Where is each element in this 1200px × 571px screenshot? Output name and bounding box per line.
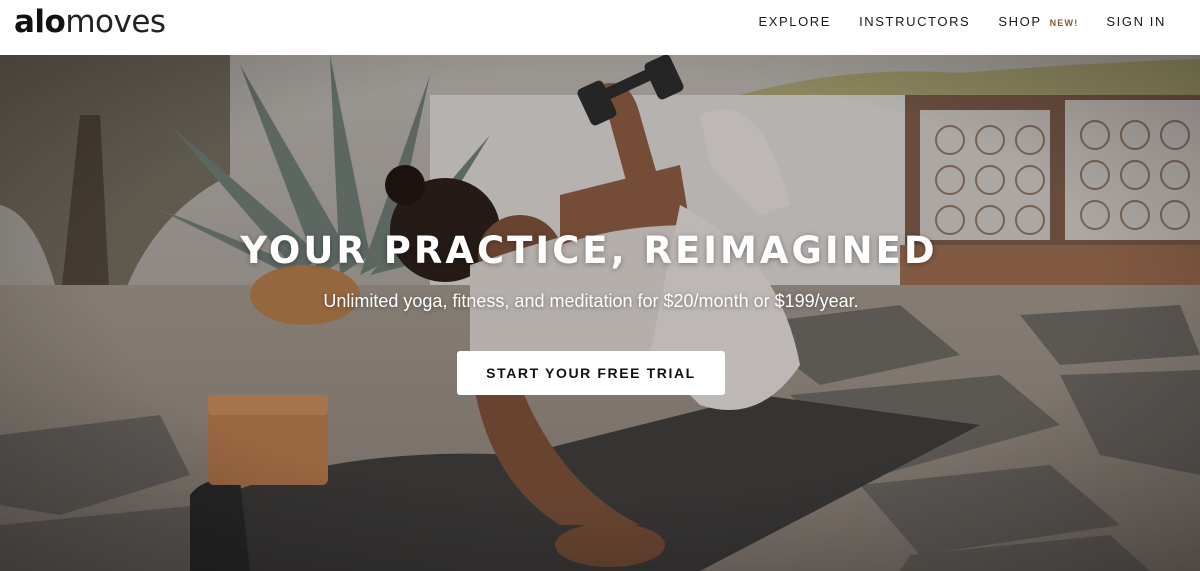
nav-shop[interactable]: SHOP: [998, 14, 1041, 29]
start-free-trial-button[interactable]: START YOUR FREE TRIAL: [457, 351, 725, 395]
nav-instructors[interactable]: INSTRUCTORS: [859, 14, 970, 29]
nav-explore[interactable]: EXPLORE: [758, 14, 831, 29]
site-header: alomoves EXPLORE INSTRUCTORS SHOP NEW! S…: [0, 0, 1200, 55]
hero-overlay: [0, 55, 1200, 571]
main-nav: EXPLORE INSTRUCTORS SHOP NEW! SIGN IN: [758, 0, 1166, 42]
nav-sign-in[interactable]: SIGN IN: [1106, 14, 1166, 29]
alo-moves-logo[interactable]: alomoves: [14, 4, 166, 40]
hero-section: YOUR PRACTICE, REIMAGINED Unlimited yoga…: [0, 55, 1200, 571]
hero-subtitle: Unlimited yoga, fitness, and meditation …: [323, 291, 859, 311]
new-badge: NEW!: [1049, 17, 1079, 28]
logo-moves: moves: [65, 4, 166, 40]
hero-title: YOUR PRACTICE, REIMAGINED: [240, 229, 938, 272]
logo-alo: alo: [14, 4, 66, 40]
nav-shop-group: SHOP NEW!: [998, 14, 1078, 29]
